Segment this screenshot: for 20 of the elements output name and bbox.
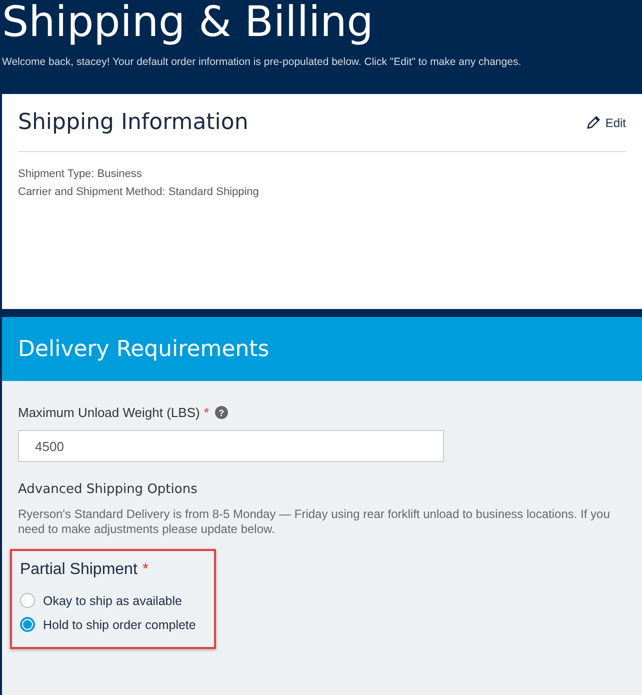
required-mark: * — [142, 561, 149, 579]
radio-button[interactable] — [20, 593, 35, 608]
radio-button[interactable] — [20, 617, 35, 632]
radio-option[interactable]: Okay to ship as available — [20, 593, 206, 608]
shipping-detail: Carrier and Shipment Method: Standard Shipping — [18, 186, 260, 198]
edit-link[interactable]: Edit — [586, 115, 626, 130]
group-label: Partial Shipment — [20, 561, 138, 579]
field-label: Maximum Unload Weight (LBS) — [18, 405, 200, 420]
page-title: Shipping & Billing — [2, 0, 374, 44]
radio-option[interactable]: Hold to ship order complete — [20, 617, 206, 632]
help-icon[interactable]: ? — [214, 406, 228, 419]
welcome-text: Welcome back, stacey! Your default order information is pre-populated below. Click "Edit" to make any changes. — [2, 56, 522, 70]
section-title: Shipping Information — [18, 110, 248, 135]
pencil-icon — [586, 115, 602, 130]
required-mark: * — [204, 405, 209, 420]
section-header: Delivery Requirements — [2, 317, 642, 381]
weight-input[interactable]: 4500 — [18, 430, 444, 462]
subsection-title: Advanced Shipping Options — [18, 482, 198, 497]
delivery-note: Ryerson's Standard Delivery is from 8-5 Monday — Friday using rear forklift unload to business locations. If you need to make adjustments please update below. — [18, 507, 611, 537]
shipping-detail: Shipment Type: Business — [18, 168, 143, 180]
